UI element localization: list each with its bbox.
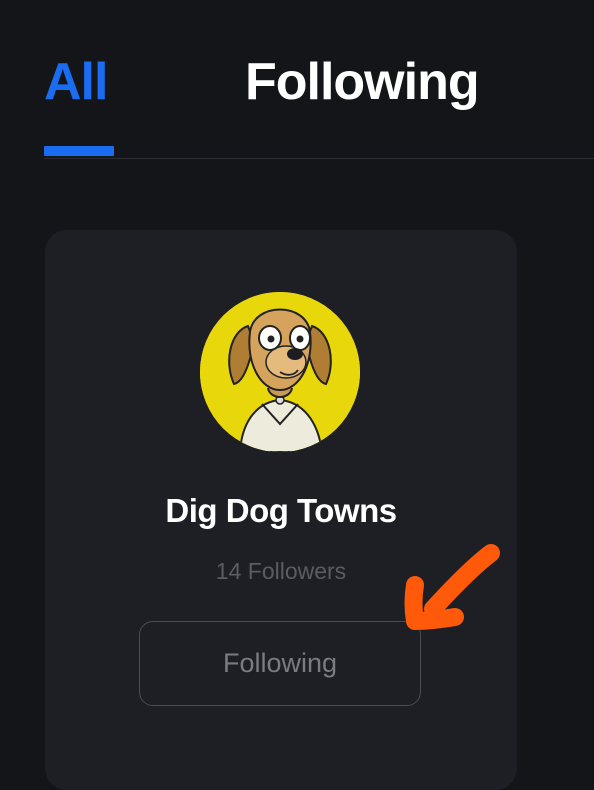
active-tab-indicator [44, 146, 114, 156]
followers-count: 14 Followers [215, 558, 347, 584]
tab-all[interactable]: All [44, 52, 108, 112]
tab-following[interactable]: Following [245, 52, 480, 112]
profile-name[interactable]: Dig Dog Towns [45, 492, 517, 530]
tab-bar: All Following [0, 0, 594, 160]
profile-card[interactable]: Dig Dog Towns 14 Followers Following [45, 230, 517, 790]
tab-divider [44, 158, 594, 159]
following-button[interactable]: Following [139, 621, 421, 706]
dog-avatar-icon[interactable] [200, 292, 360, 452]
